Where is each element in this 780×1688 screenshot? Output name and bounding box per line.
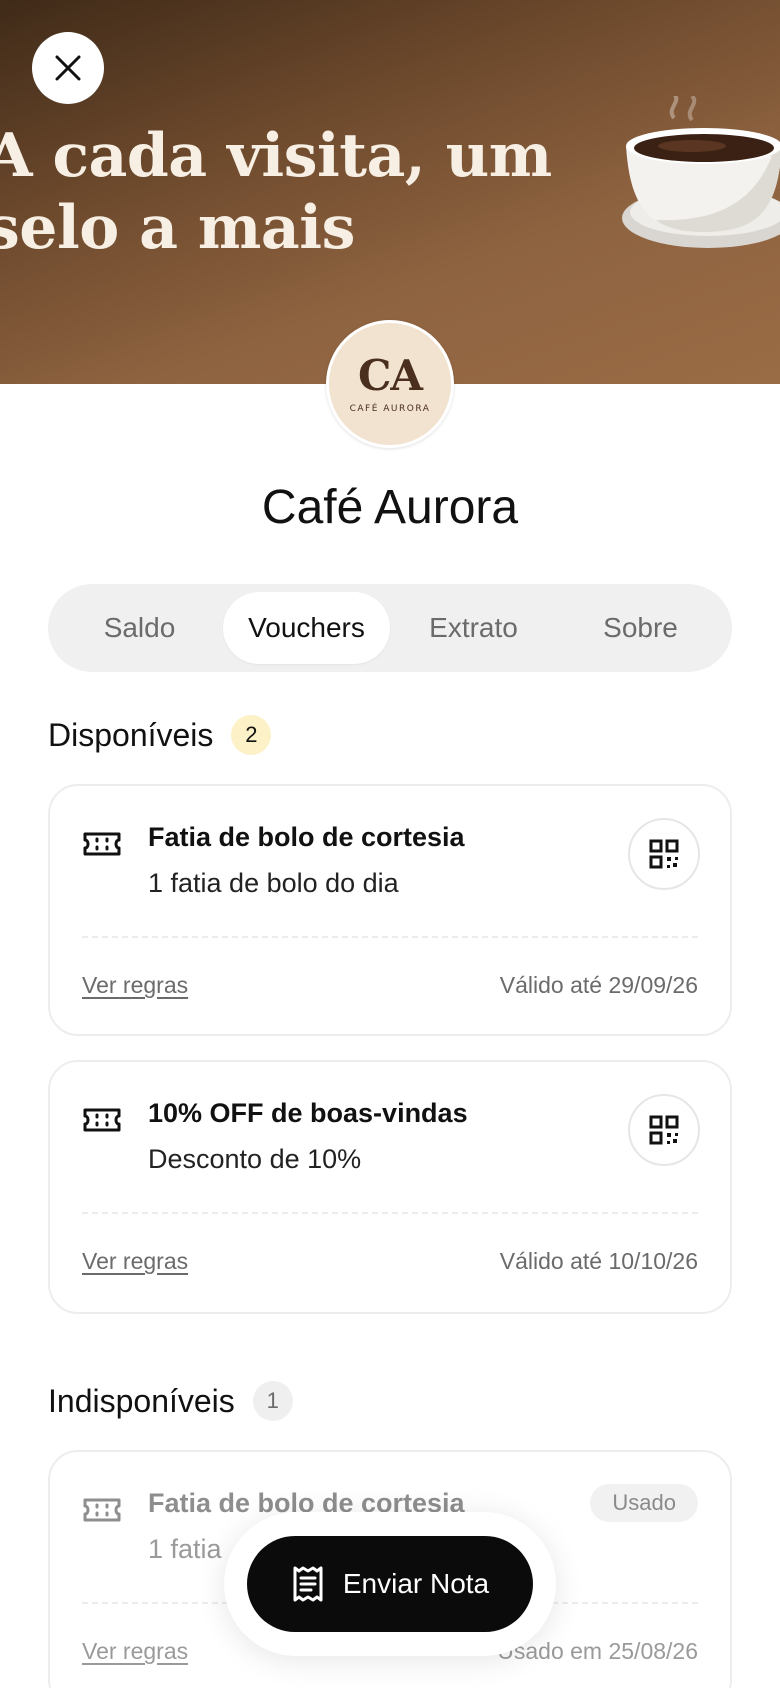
voucher-card[interactable]: 10% OFF de boas-vindas Desconto de 10% V… xyxy=(48,1060,732,1314)
close-icon xyxy=(55,55,81,81)
unavailable-count-badge: 1 xyxy=(252,1381,293,1421)
tab-vouchers[interactable]: Vouchers xyxy=(223,592,390,664)
floating-action-container: Enviar Nota xyxy=(224,1512,556,1656)
available-count-badge: 2 xyxy=(231,715,272,755)
view-rules-link[interactable]: Ver regras xyxy=(82,972,188,999)
used-date: Usado em 25/08/26 xyxy=(497,1638,698,1664)
qr-code-icon xyxy=(649,839,679,869)
hero-title: A cada visita, um selo a mais xyxy=(0,120,586,264)
voucher-title: Fatia de bolo de cortesia xyxy=(148,822,465,852)
available-section-title: Disponíveis xyxy=(48,716,214,753)
tab-sobre[interactable]: Sobre xyxy=(557,592,724,664)
tab-extrato[interactable]: Extrato xyxy=(390,592,557,664)
send-receipt-label: Enviar Nota xyxy=(342,1568,490,1599)
logo-subtitle: CAFÉ AURORA xyxy=(349,404,431,414)
card-divider xyxy=(82,1212,698,1214)
store-name: Café Aurora xyxy=(261,481,519,534)
hero-title-line-1: A cada visita, um xyxy=(0,121,552,191)
available-section-header: Disponíveis 2 xyxy=(48,715,272,755)
validity-date: Válido até 10/10/26 xyxy=(499,1248,698,1274)
qr-code-icon xyxy=(649,1115,679,1145)
ticket-icon xyxy=(83,1498,121,1522)
ticket-icon xyxy=(83,832,121,856)
close-button[interactable] xyxy=(32,32,104,104)
hero-title-line-2: selo a mais xyxy=(0,193,355,263)
logo-monogram: CA xyxy=(357,351,423,400)
status-badge: Usado xyxy=(590,1484,698,1522)
store-logo: CA CAFÉ AURORA xyxy=(326,320,454,448)
view-rules-link[interactable]: Ver regras xyxy=(82,1638,188,1665)
unavailable-section-title: Indisponíveis xyxy=(48,1382,235,1419)
view-rules-link[interactable]: Ver regras xyxy=(82,1248,188,1275)
tab-bar: Saldo Vouchers Extrato Sobre xyxy=(48,584,732,672)
show-qr-button[interactable] xyxy=(628,1094,700,1166)
voucher-card[interactable]: Fatia de bolo de cortesia 1 fatia de bol… xyxy=(48,784,732,1036)
receipt-icon xyxy=(293,1566,323,1602)
send-receipt-button[interactable]: Enviar Nota xyxy=(247,1536,533,1632)
voucher-description: 1 fatia xyxy=(148,1534,222,1564)
unavailable-section-header: Indisponíveis 1 xyxy=(48,1381,293,1421)
voucher-description: 1 fatia de bolo do dia xyxy=(148,868,399,898)
voucher-description: Desconto de 10% xyxy=(148,1144,362,1174)
coffee-cup-image xyxy=(622,96,780,248)
validity-date: Válido até 29/09/26 xyxy=(499,972,698,998)
show-qr-button[interactable] xyxy=(628,818,700,890)
card-divider xyxy=(82,936,698,938)
tab-saldo[interactable]: Saldo xyxy=(56,592,223,664)
ticket-icon xyxy=(83,1108,121,1132)
voucher-title: 10% OFF de boas-vindas xyxy=(148,1098,468,1128)
